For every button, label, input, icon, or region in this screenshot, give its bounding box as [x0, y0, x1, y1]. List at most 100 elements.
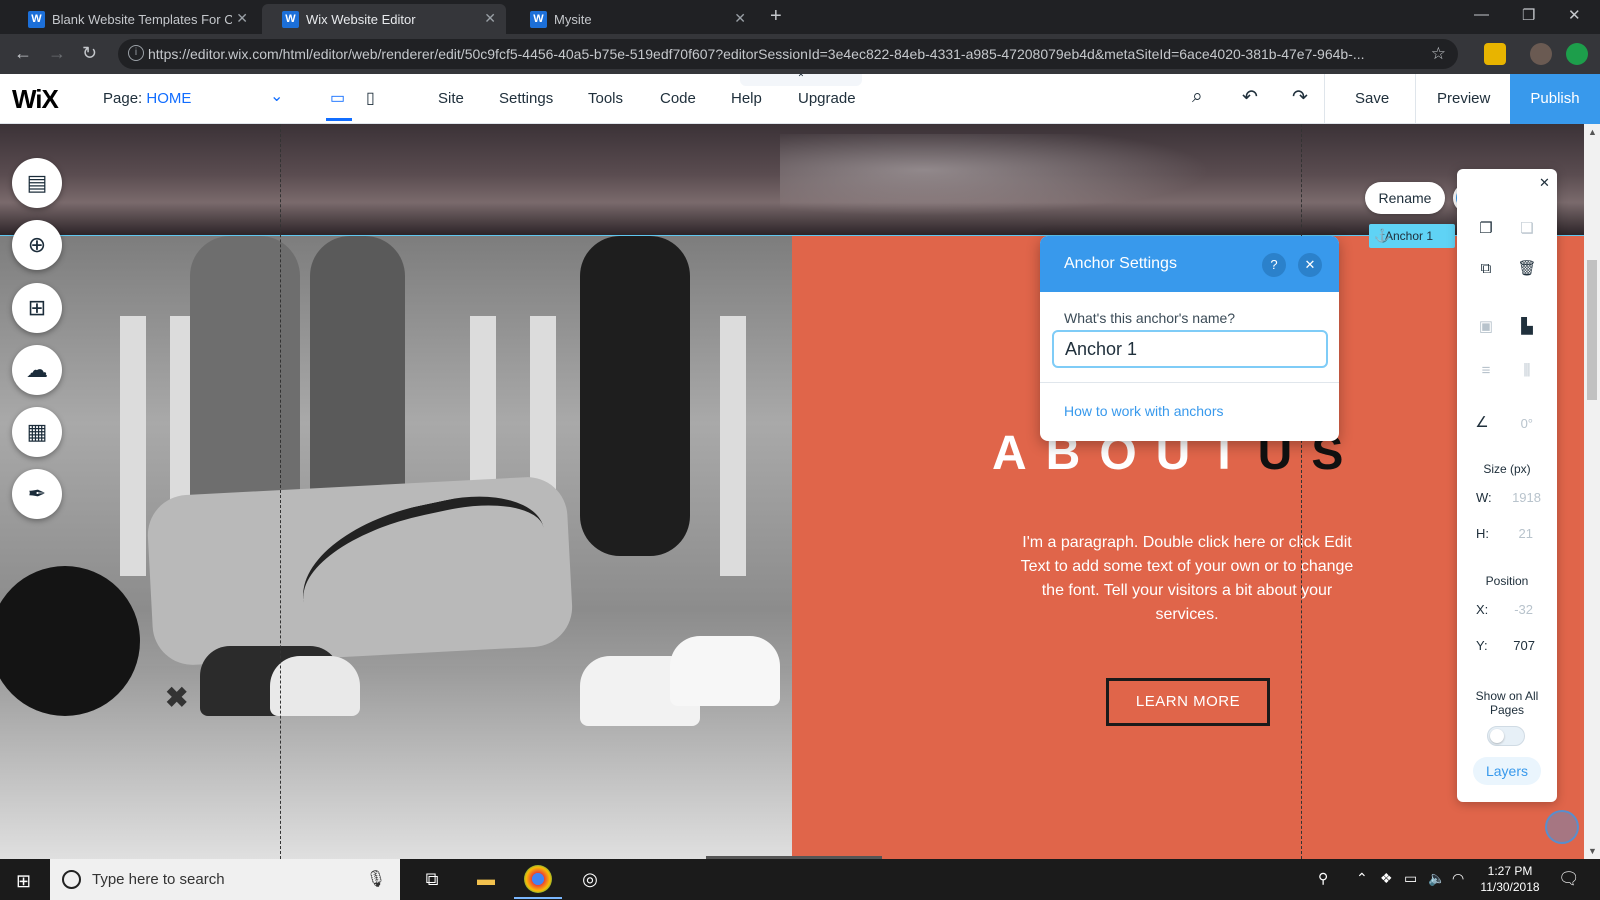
windows-taskbar: ⊞ Type here to search 🎙 ⧉ ▬ ◎ ⚲ ⌃ ❖ ▭ 🔈 …	[0, 859, 1600, 900]
vertical-scrollbar[interactable]: ▲ ▼	[1584, 124, 1600, 859]
menu-upgrade[interactable]: Upgrade	[798, 90, 856, 107]
wix-favicon-icon: W	[282, 11, 299, 28]
update-icon[interactable]	[1566, 43, 1588, 65]
preview-button[interactable]: Preview	[1437, 90, 1490, 107]
show-all-pages-label: Show on All Pages	[1475, 689, 1539, 717]
close-window-icon[interactable]: ✕	[1568, 6, 1581, 24]
menu-help[interactable]: Help	[731, 90, 762, 107]
height-value[interactable]: 21	[1519, 526, 1533, 541]
volume-icon[interactable]: 🔈	[1428, 870, 1445, 887]
task-view-icon[interactable]: ⧉	[418, 865, 446, 893]
anchor-name-input[interactable]: Anchor 1	[1052, 330, 1328, 368]
arrange-icon[interactable]: ▣	[1476, 317, 1496, 337]
new-tab-icon[interactable]: +	[770, 5, 782, 28]
notifications-icon[interactable]: 🗨	[1558, 869, 1580, 889]
chevron-down-icon[interactable]: ⌄	[270, 86, 283, 106]
menu-code[interactable]: Code	[660, 90, 696, 107]
menu-site[interactable]: Site	[438, 90, 464, 107]
close-icon[interactable]: ✕	[1539, 175, 1550, 191]
system-clock[interactable]: 1:27 PM 11/30/2018	[1470, 863, 1550, 895]
url-field[interactable]: i https://editor.wix.com/html/editor/web…	[118, 39, 1458, 69]
browser-tab-templates[interactable]: W Blank Website Templates For Cre ✕	[8, 4, 258, 34]
wifi-icon[interactable]: ◠	[1452, 870, 1464, 887]
undo-icon[interactable]: ↶	[1242, 86, 1258, 109]
url-text: https://editor.wix.com/html/editor/web/r…	[148, 46, 1365, 62]
profile-avatar[interactable]	[1530, 43, 1552, 65]
page-icon: ▤	[26, 170, 48, 195]
desktop-view-icon[interactable]: ▭	[325, 88, 353, 121]
dropbox-icon[interactable]: ❖	[1380, 870, 1393, 887]
browser-tab-mysite[interactable]: W Mysite ✕	[510, 4, 756, 34]
mobile-view-icon[interactable]: ▯	[366, 88, 375, 108]
site-info-icon[interactable]: i	[128, 45, 144, 61]
scroll-down-icon[interactable]: ▼	[1588, 846, 1597, 856]
copy-icon[interactable]: ❐	[1476, 219, 1496, 239]
add-apps-button[interactable]: ⊞	[12, 283, 62, 333]
taskbar-search-field[interactable]: Type here to search 🎙	[50, 859, 400, 900]
browser-tab-wix-editor[interactable]: W Wix Website Editor ✕	[262, 4, 506, 34]
learn-more-button[interactable]: LEARN MORE	[1106, 678, 1270, 726]
restore-icon[interactable]: ❐	[1522, 6, 1535, 24]
scroll-thumb[interactable]	[1587, 260, 1597, 400]
browser-tab-bar: W Blank Website Templates For Cre ✕ W Wi…	[0, 0, 1600, 34]
editor-canvas[interactable]: ✖ ABOUTUS I'm a paragraph. Double click …	[0, 124, 1584, 859]
about-paragraph[interactable]: I'm a paragraph. Double click here or cl…	[1012, 531, 1362, 627]
sneaker	[270, 656, 360, 716]
publish-button[interactable]: Publish	[1510, 74, 1600, 124]
anchors-help-link[interactable]: How to work with anchors	[1064, 403, 1224, 419]
reload-icon[interactable]: ↻	[82, 43, 97, 64]
paste-icon[interactable]: ❏	[1517, 219, 1537, 239]
microphone-icon[interactable]: 🎙	[366, 869, 386, 889]
duplicate-icon[interactable]: ⧉	[1476, 259, 1496, 279]
blog-button[interactable]: ✒	[12, 469, 62, 519]
forward-icon[interactable]: →	[48, 43, 66, 64]
file-explorer-icon[interactable]: ▬	[472, 865, 500, 893]
align-icon[interactable]: ≡	[1476, 361, 1496, 381]
help-icon[interactable]: ?	[1262, 253, 1286, 277]
collapse-toolbar-handle[interactable]: ⌃	[740, 74, 862, 86]
save-button[interactable]: Save	[1355, 90, 1389, 107]
back-icon[interactable]: ←	[14, 43, 32, 64]
page-selector[interactable]: Page: HOME	[103, 90, 191, 107]
add-button[interactable]: ⊕	[12, 220, 62, 270]
redo-icon[interactable]: ↷	[1292, 86, 1308, 109]
extension-icon[interactable]	[1484, 43, 1506, 65]
show-all-pages-toggle[interactable]	[1487, 726, 1525, 746]
distribute-icon[interactable]: ⫼	[1517, 361, 1537, 381]
rotate-angle-icon[interactable]: ∠	[1472, 413, 1492, 433]
zoom-out-icon[interactable]: ⌕	[1192, 86, 1203, 108]
x-value[interactable]: -32	[1514, 602, 1533, 617]
y-value[interactable]: 707	[1513, 638, 1535, 653]
skateboard-photo[interactable]: ✖	[0, 236, 792, 859]
width-value[interactable]: 1918	[1512, 490, 1541, 505]
scroll-up-icon[interactable]: ▲	[1588, 127, 1597, 137]
close-tab-icon[interactable]: ✕	[484, 10, 496, 27]
minimize-icon[interactable]: —	[1474, 6, 1489, 23]
cursor-indicator	[1545, 810, 1579, 844]
rename-button[interactable]: Rename	[1365, 182, 1445, 214]
menu-settings[interactable]: Settings	[499, 90, 553, 107]
layers-button[interactable]: Layers	[1473, 757, 1541, 785]
plus-circle-icon: ⊕	[27, 232, 47, 257]
obs-icon[interactable]: ◎	[576, 865, 604, 893]
anchor-tag-text: Anchor 1	[1385, 229, 1434, 243]
close-icon[interactable]: ✕	[1298, 253, 1322, 277]
delete-icon[interactable]: 🗑	[1517, 259, 1537, 279]
layout-icon[interactable]: ▙	[1517, 317, 1537, 337]
menu-tools[interactable]: Tools	[588, 90, 623, 107]
tray-chevron-icon[interactable]: ⌃	[1356, 870, 1368, 887]
bookings-button[interactable]: ▦	[12, 407, 62, 457]
pages-menu-button[interactable]: ▤	[12, 158, 62, 208]
battery-icon[interactable]: ▭	[1404, 870, 1417, 887]
anchor-label-tag[interactable]: ⚓ Anchor 1	[1369, 224, 1455, 248]
rotation-value[interactable]: 0°	[1521, 416, 1533, 431]
chrome-icon[interactable]	[514, 865, 562, 899]
windows-start-icon[interactable]: ⊞	[16, 871, 31, 892]
toolbar-divider	[1324, 74, 1325, 124]
people-icon[interactable]: ⚲	[1318, 870, 1328, 887]
bookmark-star-icon[interactable]: ☆	[1431, 44, 1446, 64]
media-upload-button[interactable]: ☁	[12, 345, 62, 395]
close-tab-icon[interactable]: ✕	[236, 10, 248, 27]
screen: W Blank Website Templates For Cre ✕ W Wi…	[0, 0, 1600, 900]
close-tab-icon[interactable]: ✕	[734, 10, 746, 27]
